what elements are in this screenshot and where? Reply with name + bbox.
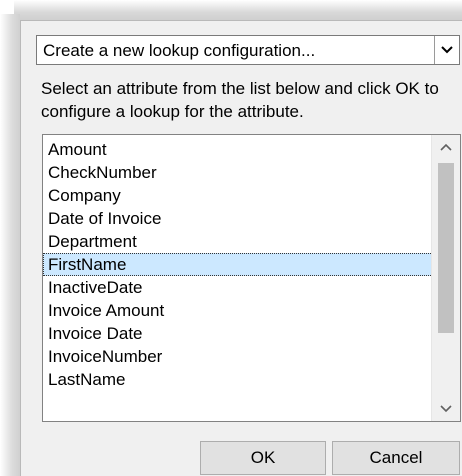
lookup-configuration-dropdown[interactable]: Create a new lookup configuration... [36, 35, 460, 65]
window-shadow-left [0, 14, 20, 476]
dropdown-selected-value: Create a new lookup configuration... [43, 41, 316, 60]
list-item[interactable]: Invoice Date [43, 322, 433, 345]
attribute-list: Amount CheckNumber Company Date of Invoice D… [43, 138, 433, 391]
list-item[interactable]: InactiveDate [43, 276, 433, 299]
scroll-up-button[interactable] [432, 135, 460, 159]
list-item[interactable]: Company [43, 184, 433, 207]
list-item[interactable]: LastName [43, 368, 433, 391]
list-item[interactable]: Date of Invoice [43, 207, 433, 230]
vertical-scrollbar[interactable] [431, 135, 460, 421]
list-item[interactable]: FirstName [43, 253, 433, 276]
cancel-button[interactable]: Cancel [332, 441, 460, 475]
list-item[interactable]: InvoiceNumber [43, 345, 433, 368]
scroll-thumb[interactable] [438, 163, 454, 333]
chevron-up-icon [440, 138, 452, 156]
chevron-down-icon [441, 41, 453, 59]
lookup-configuration-dialog: Create a new lookup configuration... Sel… [20, 20, 462, 476]
scroll-down-button[interactable] [432, 397, 460, 421]
instructions-text: Select an attribute from the list below … [41, 79, 439, 121]
attribute-listbox[interactable]: Amount CheckNumber Company Date of Invoice D… [42, 134, 461, 422]
window-shadow-top [14, 0, 462, 20]
ok-button[interactable]: OK [200, 441, 326, 475]
list-item[interactable]: Amount [43, 138, 433, 161]
list-item[interactable]: Invoice Amount [43, 299, 433, 322]
list-item[interactable]: CheckNumber [43, 161, 433, 184]
dropdown-button[interactable] [434, 36, 459, 64]
list-item[interactable]: Department [43, 230, 433, 253]
chevron-down-icon [440, 400, 452, 418]
